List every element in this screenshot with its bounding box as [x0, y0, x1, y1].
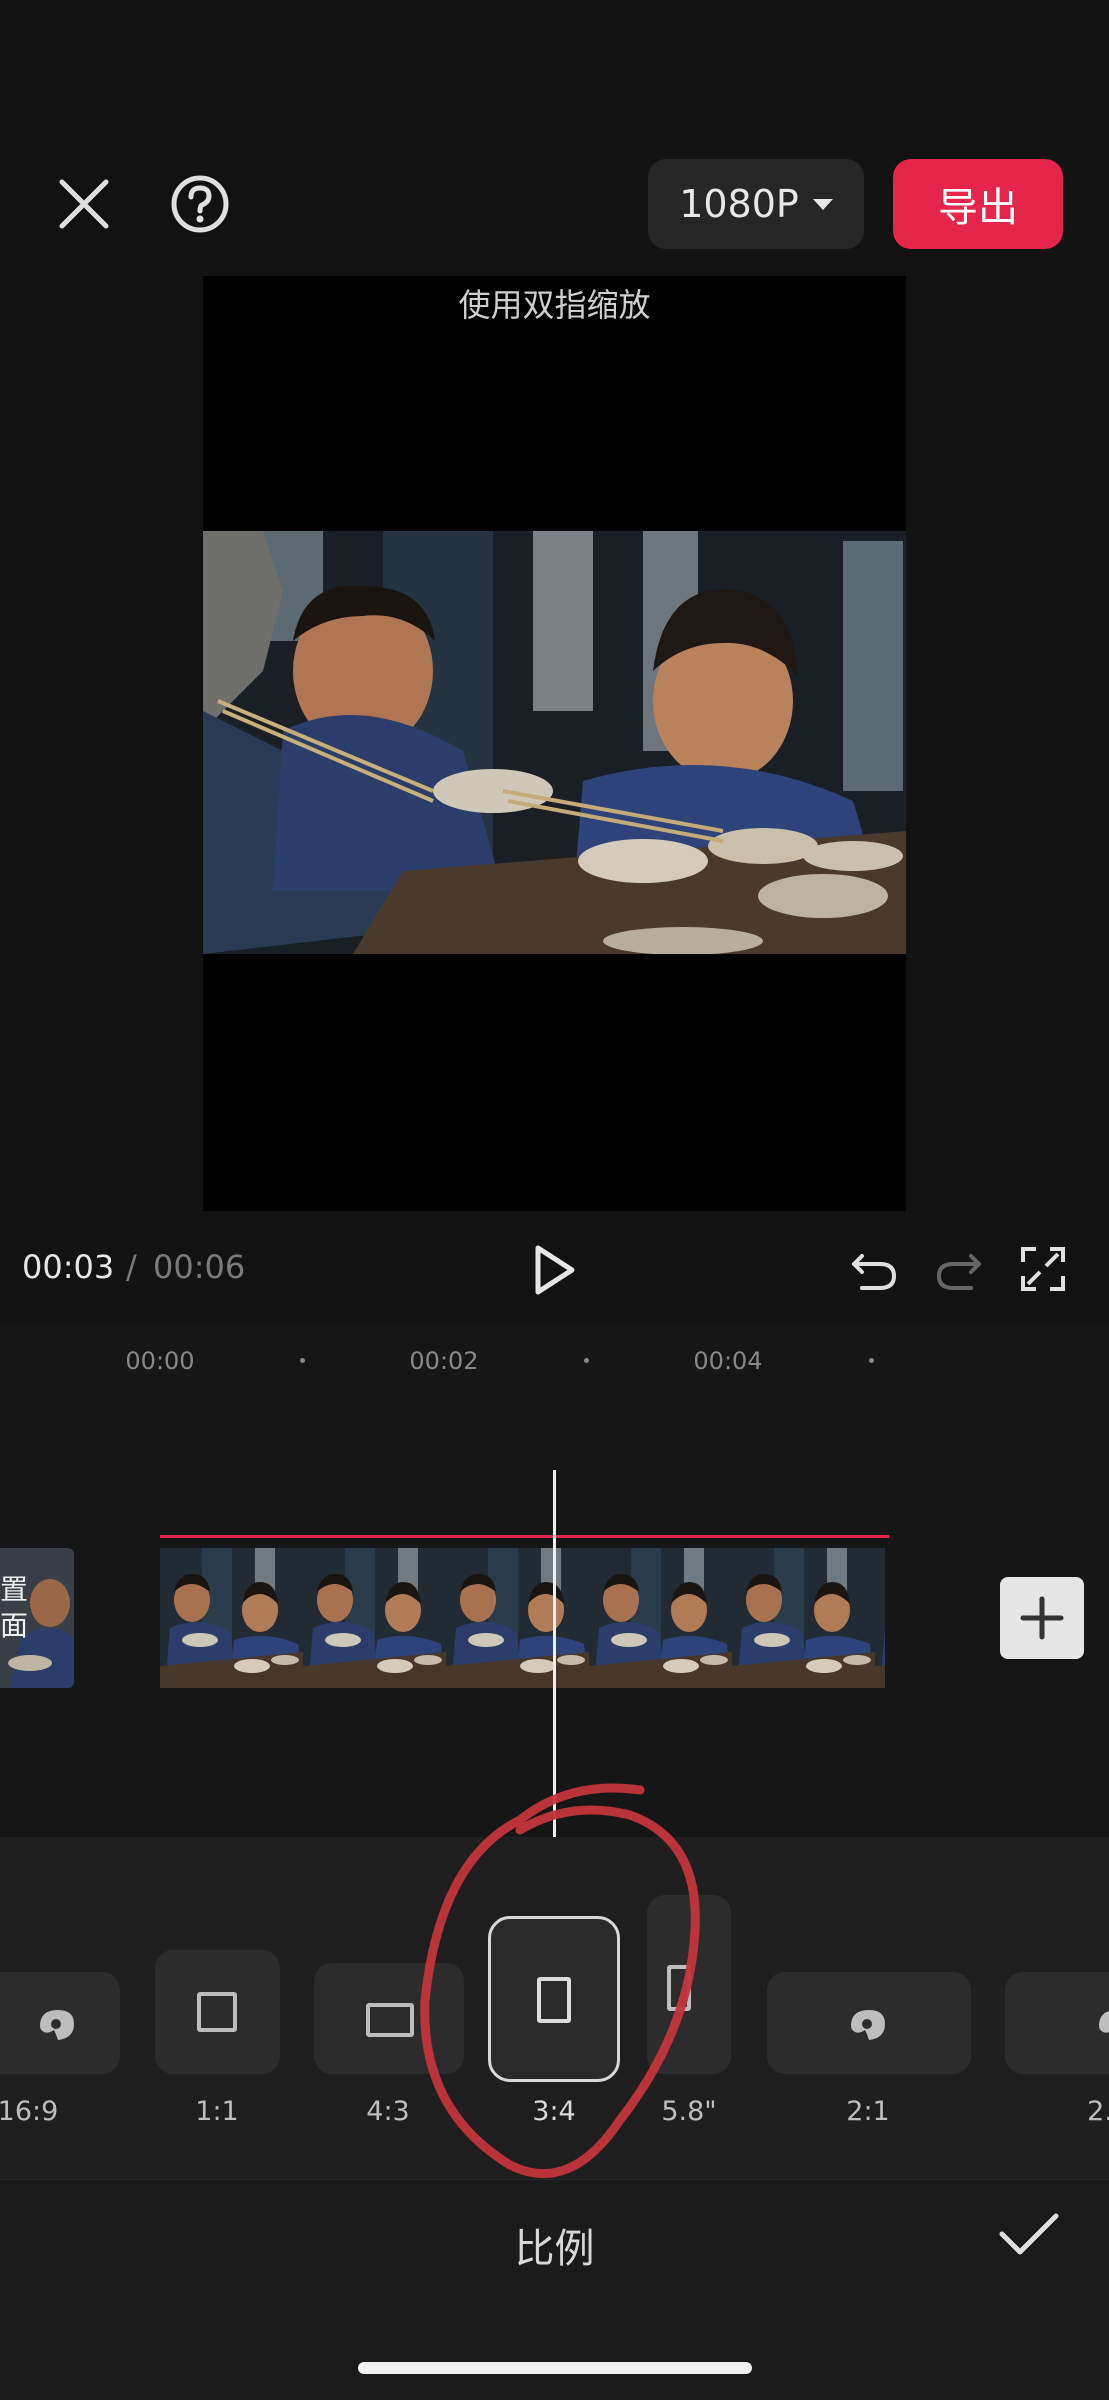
confirm-button[interactable]	[998, 2210, 1060, 2260]
timeline-tick: 00:02	[409, 1347, 479, 1375]
undo-button[interactable]	[850, 1244, 898, 1294]
timeline-dot	[869, 1358, 874, 1363]
tiktok-icon	[40, 2010, 74, 2040]
clip-top-line	[160, 1535, 889, 1538]
panel-title: 比例	[514, 2226, 595, 2272]
clip-thumbnails	[160, 1548, 885, 1688]
ratio-label-16-9: 16:9	[0, 2096, 59, 2127]
add-clip-button[interactable]	[1000, 1577, 1084, 1659]
video-frame	[203, 531, 906, 954]
play-button[interactable]	[530, 1242, 580, 1298]
help-button[interactable]	[168, 172, 232, 236]
ratio-label-partial: 2.	[1087, 2096, 1109, 2127]
ratio-label-4-3: 4:3	[366, 2096, 410, 2127]
ratio-label-1-1: 1:1	[195, 2096, 239, 2127]
tiktok-icon	[1099, 2011, 1109, 2033]
ratio-option-3-4[interactable]	[488, 1916, 620, 2082]
video-clip[interactable]	[160, 1548, 885, 1688]
ratio-option-2-1[interactable]	[767, 1972, 971, 2074]
ratio-option-4-3[interactable]	[314, 1963, 464, 2074]
phone-ratio-icon	[667, 1965, 691, 2011]
timeline-dot	[584, 1358, 589, 1363]
help-icon	[171, 175, 229, 233]
cover-label-line2: 面	[0, 1609, 29, 1642]
timeline-tick: 00:04	[693, 1347, 763, 1375]
cover-label-line1: 置	[0, 1573, 29, 1606]
time-separator: /	[126, 1248, 137, 1286]
fullscreen-icon	[1021, 1247, 1065, 1291]
playhead[interactable]	[553, 1470, 556, 1840]
timeline-tick: 00:00	[125, 1347, 195, 1375]
close-icon	[59, 179, 109, 229]
fullscreen-button[interactable]	[1020, 1246, 1066, 1292]
ratio-option-partial[interactable]	[1005, 1972, 1109, 2074]
redo-button[interactable]	[935, 1244, 983, 1294]
total-time: 00:06	[153, 1248, 246, 1286]
square-ratio-icon	[197, 1992, 237, 2032]
export-button[interactable]: 导出	[893, 159, 1063, 249]
ratio-label-2-1: 2:1	[846, 2096, 890, 2127]
resolution-label: 1080P	[679, 182, 799, 226]
tiktok-icon	[851, 2010, 885, 2040]
portrait-ratio-icon	[537, 1977, 571, 2023]
ratio-option-1-1[interactable]	[155, 1950, 280, 2074]
resolution-dropdown[interactable]: 1080P	[648, 159, 864, 249]
video-preview[interactable]: 使用双指缩放	[203, 276, 906, 1211]
ratio-label-5-8-inch: 5.8"	[661, 2096, 717, 2127]
pinch-zoom-hint: 使用双指缩放	[458, 286, 651, 324]
undo-icon	[852, 1254, 897, 1290]
ratio-option-5-8-inch[interactable]	[647, 1895, 731, 2074]
landscape-ratio-icon	[366, 2003, 414, 2037]
caret-down-icon	[812, 198, 833, 210]
checkmark-icon	[999, 2213, 1059, 2255]
ratio-label-3-4: 3:4	[532, 2096, 576, 2127]
timeline-dot	[300, 1358, 305, 1363]
play-icon	[535, 1245, 575, 1295]
home-indicator	[358, 2362, 752, 2374]
cover-label: 置 面	[0, 1572, 28, 1644]
ratio-option-16-9[interactable]	[0, 1972, 120, 2074]
current-time: 00:03	[22, 1248, 115, 1286]
redo-icon	[936, 1254, 981, 1290]
close-button[interactable]	[52, 172, 116, 236]
plus-icon	[1020, 1596, 1064, 1640]
